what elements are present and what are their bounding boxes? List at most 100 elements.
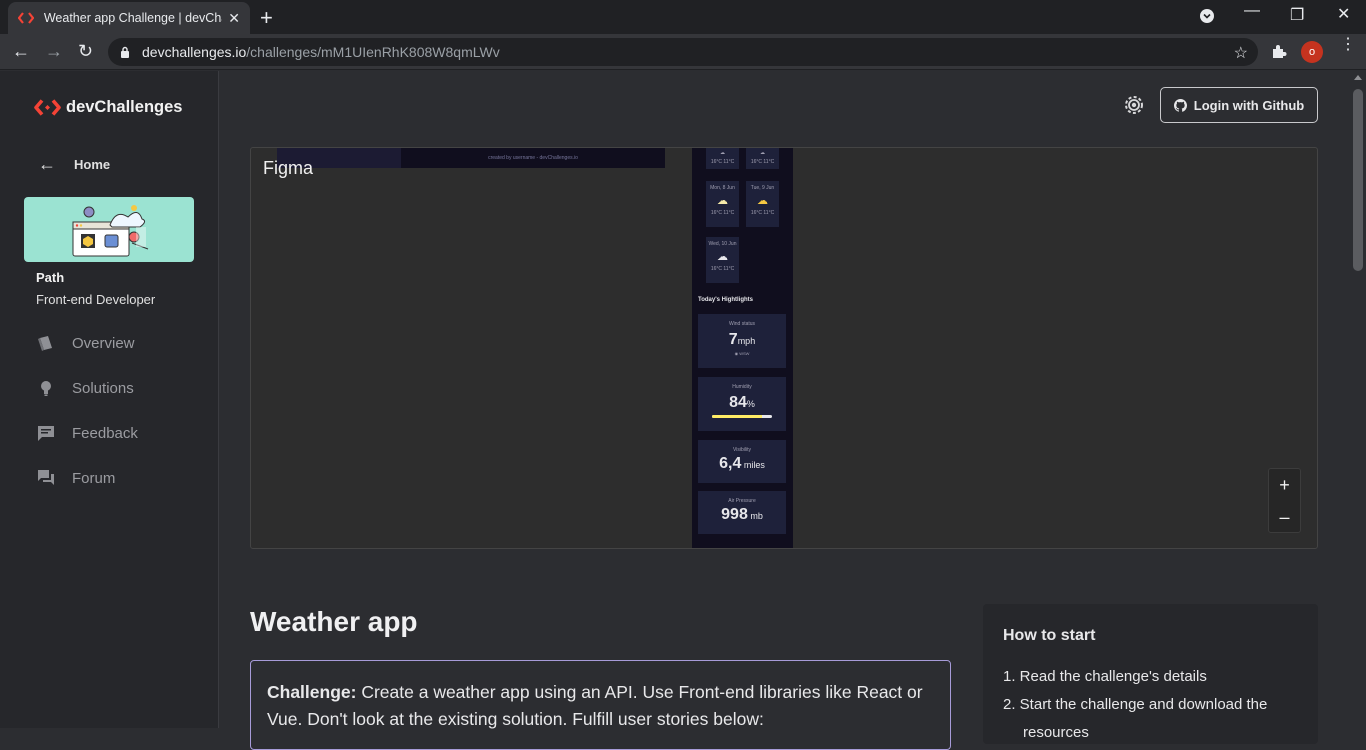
- book-icon: [36, 333, 56, 353]
- highlight-wind: Wind status 7mph ◉ WSW: [698, 314, 786, 368]
- home-link[interactable]: ← Home: [38, 154, 110, 175]
- home-label: Home: [74, 157, 111, 172]
- path-value[interactable]: Front-end Developer: [36, 292, 155, 307]
- sidebar-item-label: Feedback: [72, 424, 138, 442]
- forecast-temp: 16°C 11°C: [750, 210, 775, 216]
- browser-tab-bar: Weather app Challenge | devChallenges ✕ …: [0, 0, 1366, 34]
- close-window-button[interactable]: ✕: [1337, 4, 1350, 24]
- sun-cloud-icon: ☁: [757, 195, 768, 207]
- forecast-card: ☁ 16°C 11°C: [746, 148, 779, 169]
- cloud-icon: ☁: [720, 150, 725, 156]
- sidebar-item-forum[interactable]: Forum: [36, 468, 115, 488]
- devchallenges-logo-icon: [34, 99, 61, 116]
- highlight-unit: mb: [747, 511, 763, 521]
- tab-title: Weather app Challenge | devChallenges: [43, 11, 222, 25]
- new-tab-button[interactable]: +: [260, 5, 273, 31]
- brand-name: devChallenges: [66, 98, 183, 116]
- forecast-day: Tue, 9 Jun: [750, 185, 775, 191]
- theme-settings-gear-icon[interactable]: [1122, 93, 1146, 117]
- cloud-icon: ☁: [760, 150, 765, 156]
- login-with-github-button[interactable]: Login with Github: [1160, 87, 1318, 123]
- challenge-description: Challenge: Create a weather app using an…: [250, 660, 951, 750]
- challenge-label: Challenge:: [267, 682, 357, 702]
- forecast-card: Mon, 8 Jun ☁ 16°C 11°C: [706, 181, 739, 227]
- forum-icon: [36, 468, 56, 488]
- page-scrollbar[interactable]: [1350, 71, 1366, 728]
- highlight-unit: %: [746, 399, 755, 409]
- forward-button[interactable]: →: [45, 42, 63, 60]
- list-item: 2. Start the challenge and download the …: [1003, 696, 1268, 741]
- page-title: Weather app: [250, 606, 418, 637]
- list-item: 1. Read the challenge's details: [1003, 668, 1207, 685]
- scroll-up-icon[interactable]: [1354, 75, 1362, 80]
- design-footer-text: created by username - devChallenges.io: [401, 148, 665, 168]
- forecast-temp: 16°C 11°C: [750, 159, 775, 165]
- sidebar-item-label: Solutions: [72, 379, 134, 397]
- highlight-value: 84: [729, 394, 747, 411]
- tab-close-icon[interactable]: ✕: [228, 10, 240, 27]
- feedback-icon: [36, 423, 56, 443]
- brand-logo[interactable]: devChallenges: [34, 98, 182, 117]
- extensions-icon[interactable]: [1271, 43, 1287, 64]
- forecast-card: Wed, 10 Jun ☁ 16°C 11°C: [706, 237, 739, 283]
- highlight-value: 7: [728, 331, 738, 348]
- devchallenges-favicon-icon: [18, 11, 36, 25]
- figma-embed[interactable]: created by username - devChallenges.io F…: [250, 147, 1318, 549]
- highlight-value: 998: [721, 506, 748, 523]
- browser-menu-icon[interactable]: ⋮: [1340, 37, 1356, 53]
- github-icon: [1173, 98, 1187, 112]
- zoom-out-button[interactable]: –: [1269, 501, 1300, 533]
- scrollbar-thumb[interactable]: [1353, 89, 1363, 271]
- sidebar-item-feedback[interactable]: Feedback: [36, 423, 138, 443]
- highlight-unit: miles: [741, 460, 765, 470]
- forecast-temp: 16°C 11°C: [710, 159, 735, 165]
- sidebar-item-overview[interactable]: Overview: [36, 333, 135, 353]
- browser-tab[interactable]: Weather app Challenge | devChallenges ✕: [8, 2, 250, 34]
- figma-label: Figma: [263, 158, 314, 178]
- highlights-title: Today's Hightlights: [698, 297, 753, 303]
- sidebar-item-solutions[interactable]: Solutions: [36, 378, 134, 398]
- highlight-title: Visibility: [733, 447, 751, 453]
- zoom-controls: + –: [1268, 468, 1301, 533]
- arrow-left-icon: ←: [38, 154, 56, 174]
- forecast-day: Wed, 10 Jun: [708, 241, 737, 247]
- profile-avatar[interactable]: o: [1301, 41, 1323, 63]
- highlight-visibility: Visibility 6,4 miles: [698, 440, 786, 483]
- how-to-start-steps: 1. Read the challenge's details 2. Start…: [1003, 663, 1298, 747]
- back-button[interactable]: ←: [12, 42, 30, 60]
- weather-design-preview: ☁ 16°C 11°C ☁ 16°C 11°C Mon, 8 Jun ☁ 16°…: [692, 148, 793, 548]
- forecast-card: ☁ 16°C 11°C: [706, 148, 739, 169]
- highlight-title: Air Pressure: [728, 498, 756, 504]
- forecast-day: Mon, 8 Jun: [710, 185, 735, 191]
- sidebar-item-label: Forum: [72, 469, 116, 487]
- lock-icon: [121, 46, 129, 58]
- sun-cloud-icon: ☁: [717, 195, 728, 207]
- forecast-temp: 16°C 11°C: [710, 210, 735, 216]
- url-path: /challenges/mM1UIenRhK808W8qmLWv: [246, 44, 500, 60]
- highlight-value: 6,4: [719, 455, 742, 472]
- highlight-air-pressure: Air Pressure 998 mb: [698, 491, 786, 534]
- sidebar-item-label: Overview: [72, 334, 135, 352]
- lightbulb-icon: [36, 378, 56, 398]
- login-label: Login with Github: [1193, 97, 1305, 113]
- tab-search-icon[interactable]: [1199, 8, 1215, 29]
- address-bar: ← → ↻ devchallenges.io/challenges/mM1UIe…: [0, 34, 1366, 70]
- minimize-button[interactable]: ―: [1244, 2, 1260, 20]
- highlight-humidity: Humidity 84%: [698, 377, 786, 431]
- reload-button[interactable]: ↻: [78, 42, 93, 60]
- how-to-start-panel: How to start 1. Read the challenge's det…: [983, 604, 1318, 744]
- bookmark-star-icon[interactable]: ☆: [1234, 43, 1248, 63]
- path-label: Path: [36, 270, 65, 285]
- figma-design-top-strip: created by username - devChallenges.io: [277, 148, 665, 168]
- rain-cloud-icon: ☁: [717, 251, 728, 263]
- humidity-bar-fill: [712, 415, 763, 418]
- challenge-text: Create a weather app using an API. Use F…: [267, 682, 923, 729]
- forecast-temp: 16°C 11°C: [710, 266, 735, 272]
- wind-direction-icon: ◉: [734, 351, 739, 356]
- path-illustration[interactable]: [24, 197, 194, 262]
- url-input[interactable]: devchallenges.io/challenges/mM1UIenRhK80…: [108, 38, 1258, 66]
- zoom-in-button[interactable]: +: [1269, 469, 1300, 501]
- highlight-unit: mph: [737, 336, 756, 346]
- restore-button[interactable]: ❐: [1290, 5, 1304, 25]
- sidebar: devChallenges ← Home Path Front-end Deve…: [0, 71, 219, 728]
